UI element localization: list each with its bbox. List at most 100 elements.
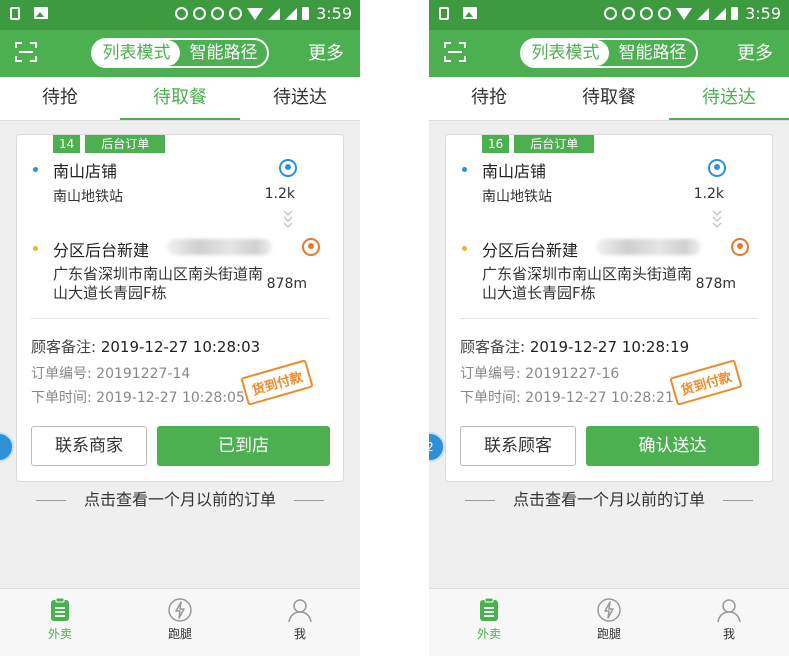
divider [31, 318, 329, 319]
contact-customer-button[interactable]: 联系顾客 [460, 426, 576, 466]
customer-name: 分区后台新建 [482, 241, 579, 260]
remark-label: 顾客备注: [31, 338, 97, 356]
order-no-label: 订单编号: [460, 366, 521, 382]
nav-me-label: 我 [722, 627, 735, 641]
nav-takeout[interactable]: 外卖 [0, 589, 120, 656]
history-orders-link[interactable]: 点击查看一个月以前的订单 [0, 486, 360, 510]
mode-switch: 列表模式 智能路径 [520, 38, 698, 68]
list-mode-button[interactable]: 列表模式 [522, 40, 609, 66]
shop-address: 南山地铁站 [482, 189, 552, 205]
signal-icon [714, 7, 727, 20]
divider [460, 318, 758, 319]
smart-route-button[interactable]: 智能路径 [609, 40, 696, 66]
customer-location-pin-icon[interactable] [731, 238, 749, 256]
alarm-icon [229, 7, 243, 20]
nav-takeout-label: 外卖 [47, 627, 72, 641]
bottom-navigation: 外卖 跑腿 我 [0, 588, 360, 656]
contact-merchant-button[interactable]: 联系商家 [31, 426, 147, 466]
order-number-row: 订单编号: 20191227-14 [31, 363, 190, 383]
floating-badge-button[interactable] [0, 432, 14, 462]
scan-icon[interactable] [443, 41, 467, 63]
nav-errand-label: 跑腿 [596, 627, 621, 641]
app-bar: 列表模式 智能路径 更多 [429, 30, 789, 77]
signal-icon [268, 7, 281, 20]
wifi-icon [676, 7, 693, 20]
redacted-phone [167, 239, 272, 255]
shop-name: 南山店铺 [53, 162, 118, 181]
person-icon [288, 599, 312, 623]
order-card[interactable]: 16 后台订单 南山店铺 南山地铁站 1.2k 分区后台新建 广东省深圳市南山区… [445, 134, 773, 482]
more-button[interactable]: 更多 [737, 30, 773, 77]
scan-icon[interactable] [14, 41, 38, 63]
more-button[interactable]: 更多 [308, 30, 344, 77]
tab-deliver[interactable]: 待送达 [240, 77, 360, 120]
customer-location-pin-icon[interactable] [302, 238, 320, 256]
arrived-store-button[interactable]: 已到店 [157, 426, 330, 466]
image-icon [463, 7, 477, 19]
clipboard-icon [51, 597, 69, 621]
order-card[interactable]: 14 后台订单 南山店铺 南山地铁站 1.2k 分区后台新建 广东省深圳市南山区… [16, 134, 344, 482]
list-mode-button[interactable]: 列表模式 [93, 40, 180, 66]
history-orders-link[interactable]: 点击查看一个月以前的订单 [429, 486, 789, 510]
customer-distance: 878m [695, 276, 736, 292]
lightning-icon [168, 598, 192, 622]
divider-line [723, 500, 753, 501]
location-icon [193, 7, 207, 20]
chevron-down-icon [283, 210, 293, 229]
tab-grab[interactable]: 待抢 [0, 77, 120, 120]
clipboard-icon [480, 597, 498, 621]
order-time-row: 下单时间: 2019-12-27 10:28:05 [31, 387, 245, 407]
tab-deliver[interactable]: 待送达 [669, 77, 789, 120]
status-bar: 3:59 [429, 0, 789, 30]
cash-on-delivery-stamp: 货到付款 [240, 359, 314, 406]
confirm-delivery-button[interactable]: 确认送达 [586, 426, 759, 466]
mode-switch: 列表模式 智能路径 [91, 38, 269, 68]
divider-line [464, 500, 495, 501]
order-source-badge: 后台订单 [85, 135, 166, 153]
customer-remark: 顾客备注: 2019-12-27 10:28:19 [460, 336, 689, 357]
shop-distance: 1.2k [264, 186, 295, 202]
sync-icon [175, 7, 189, 20]
nav-takeout[interactable]: 外卖 [429, 589, 549, 656]
nav-errand-label: 跑腿 [167, 627, 192, 641]
customer-address: 广东省深圳市南山区南头街道南山大道长青园F栋 [53, 265, 264, 302]
order-time-label: 下单时间: [31, 390, 92, 406]
order-tabs: 待抢 待取餐 待送达 [429, 77, 789, 121]
shop-location-pin-icon[interactable] [279, 159, 297, 177]
person-icon [717, 599, 741, 623]
nav-errand[interactable]: 跑腿 [549, 589, 669, 656]
customer-remark: 顾客备注: 2019-12-27 10:28:03 [31, 336, 260, 357]
phone-screen-left: 3:59 列表模式 智能路径 更多 待抢 待取餐 待送达 14 后台订单 南山店… [0, 0, 360, 656]
clock-time: 3:59 [316, 4, 352, 23]
signal-icon [285, 7, 298, 20]
shop-distance: 1.2k [693, 186, 724, 202]
tab-pickup[interactable]: 待取餐 [120, 77, 240, 120]
order-source-badge: 后台订单 [514, 135, 595, 153]
app-bar: 列表模式 智能路径 更多 [0, 30, 360, 77]
smart-route-button[interactable]: 智能路径 [180, 40, 267, 66]
phone-screen-right: 3:59 列表模式 智能路径 更多 待抢 待取餐 待送达 16 后台订单 南山店… [429, 0, 789, 656]
order-time-label: 下单时间: [460, 390, 521, 406]
remark-label: 顾客备注: [460, 338, 526, 356]
shop-location-pin-icon[interactable] [708, 159, 726, 177]
tab-grab[interactable]: 待抢 [429, 77, 549, 120]
battery-icon [731, 7, 739, 20]
location-icon [622, 7, 636, 20]
shop-dot-icon [462, 167, 467, 172]
nav-errand[interactable]: 跑腿 [120, 589, 240, 656]
status-bar: 3:59 [0, 0, 360, 30]
order-tag: 16 后台订单 [482, 135, 595, 153]
lightning-icon [597, 598, 621, 622]
customer-dot-icon [462, 246, 467, 251]
history-link-text: 点击查看一个月以前的订单 [83, 490, 276, 509]
nav-me[interactable]: 我 [669, 589, 789, 656]
order-number-row: 订单编号: 20191227-16 [460, 363, 619, 383]
tab-pickup[interactable]: 待取餐 [549, 77, 669, 120]
order-time-value: 2019-12-27 10:28:21 [525, 390, 674, 406]
floating-badge-button[interactable]: 2 [429, 432, 445, 462]
signal-icon [697, 7, 710, 20]
order-number-badge: 16 [482, 135, 510, 153]
cash-on-delivery-stamp: 货到付款 [669, 359, 743, 406]
wifi-icon [247, 7, 264, 20]
nav-me[interactable]: 我 [240, 589, 360, 656]
